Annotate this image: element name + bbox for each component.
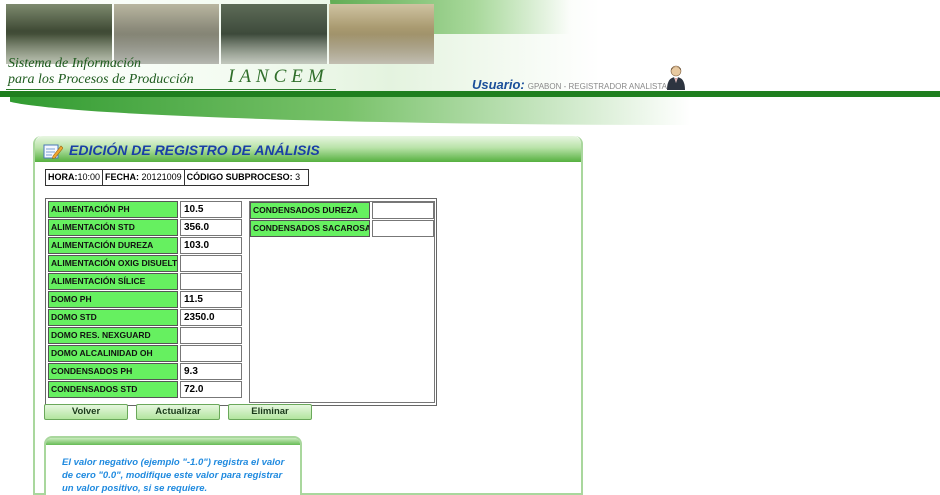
header-underline [6, 89, 336, 90]
field-row: ALIMENTACIÓN PH 10.5 [48, 201, 246, 218]
field-label: ALIMENTACIÓN DUREZA [48, 237, 178, 254]
fields-column-left: ALIMENTACIÓN PH 10.5 ALIMENTACIÓN STD 356.… [48, 201, 246, 399]
field-input[interactable]: 356.0 [180, 219, 242, 236]
analysis-fields: ALIMENTACIÓN PH 10.5 ALIMENTACIÓN STD 356.… [45, 198, 437, 406]
info-note-titlebar [46, 438, 300, 445]
field-input[interactable]: 2350.0 [180, 309, 242, 326]
fecha-value: 20121009 [141, 172, 182, 182]
delete-button[interactable]: Eliminar [228, 404, 312, 420]
brand-logo: IANCEM [228, 66, 329, 87]
edit-document-icon [43, 144, 63, 159]
field-input[interactable] [180, 345, 242, 362]
fecha-label: FECHA: [105, 172, 140, 182]
back-button[interactable]: Volver [44, 404, 128, 420]
field-input[interactable]: 103.0 [180, 237, 242, 254]
action-buttons: Volver Actualizar Eliminar [44, 404, 312, 420]
field-row: ALIMENTACIÓN DUREZA 103.0 [48, 237, 246, 254]
field-row: DOMO STD 2350.0 [48, 309, 246, 326]
record-meta: HORA:10:00 FECHA: 20121009 CÓDIGO SUBPRO… [45, 169, 310, 186]
field-label: CONDENSADOS DUREZA [250, 202, 370, 219]
field-label: ALIMENTACIÓN SÍLICE [48, 273, 178, 290]
subproceso-label: CÓDIGO SUBPROCESO: [186, 172, 293, 182]
field-label: ALIMENTACIÓN OXIG DISUELTO [48, 255, 178, 272]
hora-value: 10:00 [77, 172, 101, 182]
hora-label: HORA: [48, 172, 78, 182]
info-note: El valor negativo (ejemplo "-1.0") regis… [44, 436, 302, 495]
field-label: DOMO ALCALINIDAD OH [48, 345, 178, 362]
info-note-text: El valor negativo (ejemplo "-1.0") regis… [62, 457, 285, 494]
field-input[interactable]: 9.3 [180, 363, 242, 380]
user-value: GPABON - REGISTRADOR ANALISTAS [527, 82, 673, 91]
subproceso-value: 3 [295, 172, 301, 182]
field-input[interactable] [180, 273, 242, 290]
page-title: EDICIÓN DE REGISTRO DE ANÁLISIS [69, 142, 320, 158]
field-input[interactable] [372, 202, 434, 219]
field-label: ALIMENTACIÓN PH [48, 201, 178, 218]
field-label: CONDENSADOS STD [48, 381, 178, 398]
field-label: DOMO RES. NEXGUARD [48, 327, 178, 344]
header-green-curve [0, 97, 690, 125]
field-row: CONDENSADOS PH 9.3 [48, 363, 246, 380]
field-input[interactable]: 72.0 [180, 381, 242, 398]
field-row: CONDENSADOS SACAROSA [250, 220, 434, 237]
field-input[interactable]: 10.5 [180, 201, 242, 218]
meta-fecha: FECHA: 20121009 [103, 170, 185, 185]
user-label: Usuario: [472, 77, 525, 92]
field-input[interactable]: 11.5 [180, 291, 242, 308]
edit-analysis-panel: EDICIÓN DE REGISTRO DE ANÁLISIS HORA:10:… [33, 136, 583, 495]
field-row: ALIMENTACIÓN OXIG DISUELTO [48, 255, 246, 272]
header: Sistema de Información para los Procesos… [0, 0, 940, 125]
field-row: CONDENSADOS STD 72.0 [48, 381, 246, 398]
field-row: ALIMENTACIÓN STD 356.0 [48, 219, 246, 236]
field-row: CONDENSADOS DUREZA [250, 202, 434, 219]
field-label: DOMO PH [48, 291, 178, 308]
left-margin [0, 97, 10, 493]
field-label: DOMO STD [48, 309, 178, 326]
meta-hora: HORA:10:00 [46, 170, 104, 185]
user-info: Usuario: GPABON - REGISTRADOR ANALISTAS [472, 77, 672, 92]
field-row: DOMO ALCALINIDAD OH [48, 345, 246, 362]
field-row: DOMO RES. NEXGUARD [48, 327, 246, 344]
field-row: ALIMENTACIÓN SÍLICE [48, 273, 246, 290]
field-input[interactable] [372, 220, 434, 237]
user-icon[interactable] [666, 64, 686, 90]
header-photo-shade [6, 4, 434, 64]
field-label: CONDENSADOS PH [48, 363, 178, 380]
update-button[interactable]: Actualizar [136, 404, 220, 420]
fields-column-right: CONDENSADOS DUREZA CONDENSADOS SACAROSA [249, 201, 435, 403]
panel-titlebar: EDICIÓN DE REGISTRO DE ANÁLISIS [35, 136, 581, 162]
field-row: DOMO PH 11.5 [48, 291, 246, 308]
field-input[interactable] [180, 327, 242, 344]
field-label: ALIMENTACIÓN STD [48, 219, 178, 236]
field-input[interactable] [180, 255, 242, 272]
field-label: CONDENSADOS SACAROSA [250, 220, 370, 237]
system-name-line1: Sistema de Información [8, 56, 141, 71]
system-name-line2: para los Procesos de Producción [8, 72, 194, 87]
meta-subproceso: CÓDIGO SUBPROCESO: 3 [185, 170, 309, 185]
